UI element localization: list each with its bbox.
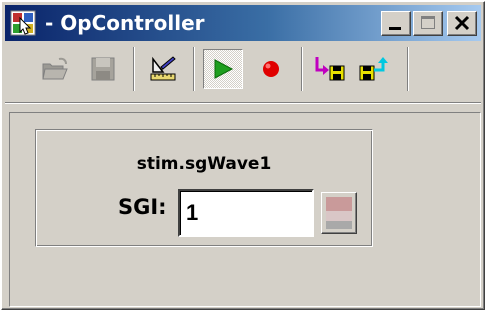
level-swatch-top <box>326 197 352 211</box>
toolbar-separator <box>301 47 303 91</box>
minimize-button[interactable] <box>381 11 411 36</box>
toolbar-divider <box>5 102 481 104</box>
save-disk-icon <box>91 57 115 81</box>
edit-button[interactable] <box>143 49 183 89</box>
window-title: - OpController <box>45 11 205 35</box>
close-icon <box>454 15 470 31</box>
opcontroller-app-icon[interactable] <box>10 10 36 36</box>
toolbar-separator <box>133 47 135 91</box>
save-to-disk-icon <box>315 57 345 81</box>
toolbar <box>5 43 481 107</box>
toolbar-separator <box>407 47 409 91</box>
toolbar-separator <box>193 47 195 91</box>
load-from-disk-icon <box>359 57 388 81</box>
maximize-button[interactable] <box>413 11 443 36</box>
signal-group-box: stim.sgWave1 SGI: <box>35 129 373 247</box>
opcontroller-window: - OpController stim.sgWave1 SGI: 1 <box>1 1 485 310</box>
open-folder-icon <box>42 57 68 80</box>
play-icon <box>214 59 234 79</box>
record-button[interactable] <box>251 49 291 89</box>
sgi-level-button[interactable] <box>321 192 357 234</box>
maximize-icon <box>421 16 435 29</box>
edit-ruler-icon <box>150 56 176 81</box>
group-title: stim.sgWave1 <box>136 154 272 174</box>
level-swatch-middle <box>326 211 352 221</box>
sgi-input[interactable] <box>178 189 314 237</box>
play-button[interactable] <box>203 49 243 89</box>
sgi-label: SGI: <box>118 195 167 219</box>
minimize-icon <box>389 27 401 30</box>
record-icon <box>263 61 279 77</box>
close-button[interactable] <box>447 11 477 36</box>
save-to-disk-button[interactable] <box>311 49 351 89</box>
open-button[interactable] <box>35 49 75 89</box>
level-swatch-bottom <box>326 221 352 229</box>
save-button[interactable] <box>83 49 123 89</box>
title-bar[interactable]: - OpController <box>5 5 481 41</box>
load-from-disk-button[interactable] <box>355 49 395 89</box>
client-area: stim.sgWave1 SGI: <box>9 112 481 307</box>
